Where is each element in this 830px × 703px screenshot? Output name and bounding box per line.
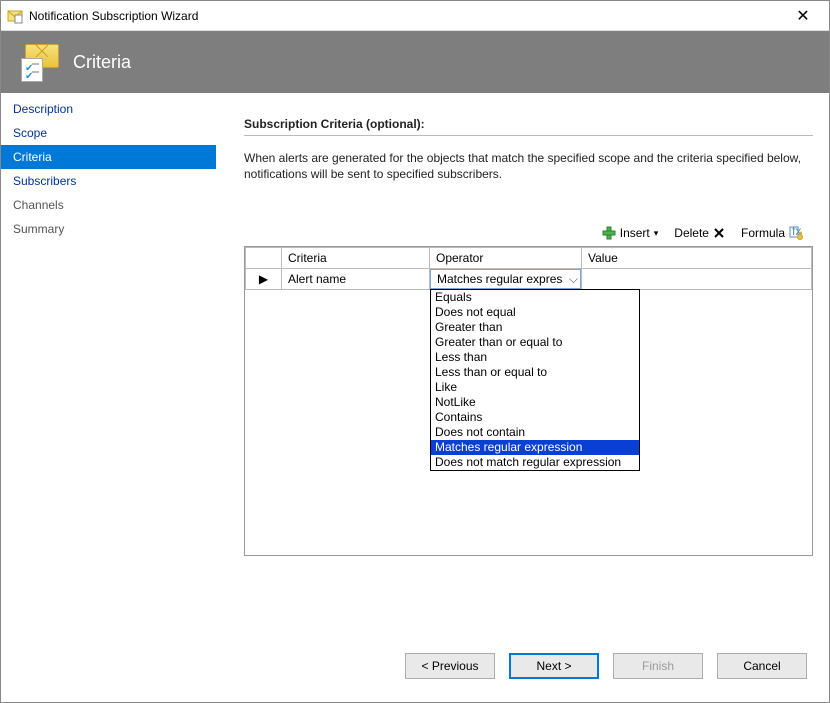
sidebar-item-scope[interactable]: Scope bbox=[1, 121, 216, 145]
col-header-criteria[interactable]: Criteria bbox=[282, 248, 430, 269]
table-row[interactable]: ▶ Alert name Matches regular expression … bbox=[246, 269, 812, 290]
insert-label: Insert bbox=[620, 226, 650, 240]
operator-option[interactable]: NotLike bbox=[431, 395, 639, 410]
next-button[interactable]: Next > bbox=[509, 653, 599, 679]
sidebar-item-criteria[interactable]: Criteria bbox=[1, 145, 216, 169]
criteria-table: Criteria Operator Value ▶ Alert name Mat… bbox=[245, 247, 812, 290]
section-description: When alerts are generated for the object… bbox=[244, 150, 804, 182]
operator-cell[interactable]: Matches regular expression ⌵ EqualsDoes … bbox=[430, 269, 582, 290]
operator-option[interactable]: Less than bbox=[431, 350, 639, 365]
cancel-button[interactable]: Cancel bbox=[717, 653, 807, 679]
sidebar: Description Scope Criteria Subscribers C… bbox=[1, 93, 216, 630]
section-title: Subscription Criteria (optional): bbox=[244, 117, 813, 136]
operator-option[interactable]: Does not contain bbox=[431, 425, 639, 440]
operator-option[interactable]: Does not match regular expression bbox=[431, 455, 639, 470]
operator-option[interactable]: Greater than or equal to bbox=[431, 335, 639, 350]
window-title: Notification Subscription Wizard bbox=[29, 9, 783, 23]
titlebar: Notification Subscription Wizard ✕ bbox=[1, 1, 829, 31]
operator-select[interactable]: Matches regular expression ⌵ bbox=[430, 269, 581, 289]
operator-option[interactable]: Less than or equal to bbox=[431, 365, 639, 380]
sidebar-item-channels[interactable]: Channels bbox=[1, 193, 216, 217]
previous-button[interactable]: < Previous bbox=[405, 653, 495, 679]
row-indicator-icon: ▶ bbox=[246, 269, 282, 290]
sidebar-item-description[interactable]: Description bbox=[1, 97, 216, 121]
chevron-down-icon: ⌵ bbox=[569, 272, 578, 287]
insert-button[interactable]: Insert ▾ bbox=[596, 224, 665, 242]
formula-label: Formula bbox=[741, 226, 785, 240]
operator-option[interactable]: Like bbox=[431, 380, 639, 395]
chevron-down-icon: ▾ bbox=[654, 228, 659, 239]
operator-dropdown[interactable]: EqualsDoes not equalGreater thanGreater … bbox=[430, 289, 640, 471]
delete-label: Delete bbox=[674, 226, 709, 240]
col-header-row bbox=[246, 248, 282, 269]
app-icon bbox=[7, 8, 23, 24]
footer: < Previous Next > Finish Cancel bbox=[1, 630, 829, 702]
operator-option[interactable]: Does not equal bbox=[431, 305, 639, 320]
window: Notification Subscription Wizard ✕ ✔ ✔ C… bbox=[0, 0, 830, 703]
operator-option[interactable]: Matches regular expression bbox=[431, 440, 639, 455]
main: Subscription Criteria (optional): When a… bbox=[216, 93, 829, 630]
close-button[interactable]: ✕ bbox=[783, 6, 823, 26]
delete-x-icon bbox=[713, 227, 725, 239]
header: ✔ ✔ Criteria bbox=[1, 31, 829, 93]
toolbar: Insert ▾ Delete Formula fx bbox=[244, 224, 813, 242]
operator-option[interactable]: Contains bbox=[431, 410, 639, 425]
operator-option[interactable]: Equals bbox=[431, 290, 639, 305]
body: Description Scope Criteria Subscribers C… bbox=[1, 93, 829, 630]
sidebar-item-subscribers[interactable]: Subscribers bbox=[1, 169, 216, 193]
value-cell[interactable] bbox=[582, 269, 812, 290]
sidebar-item-summary[interactable]: Summary bbox=[1, 217, 216, 241]
formula-button[interactable]: Formula fx bbox=[735, 224, 809, 242]
operator-selected: Matches regular expression bbox=[437, 272, 563, 286]
header-icon: ✔ ✔ bbox=[21, 42, 61, 82]
col-header-value[interactable]: Value bbox=[582, 248, 812, 269]
criteria-cell[interactable]: Alert name bbox=[282, 269, 430, 290]
col-header-operator[interactable]: Operator bbox=[430, 248, 582, 269]
plus-icon bbox=[602, 226, 616, 240]
formula-icon: fx bbox=[789, 226, 803, 240]
delete-button[interactable]: Delete bbox=[668, 224, 731, 242]
page-title: Criteria bbox=[73, 52, 131, 73]
operator-option[interactable]: Greater than bbox=[431, 320, 639, 335]
finish-button: Finish bbox=[613, 653, 703, 679]
criteria-table-wrap: Criteria Operator Value ▶ Alert name Mat… bbox=[244, 246, 813, 556]
